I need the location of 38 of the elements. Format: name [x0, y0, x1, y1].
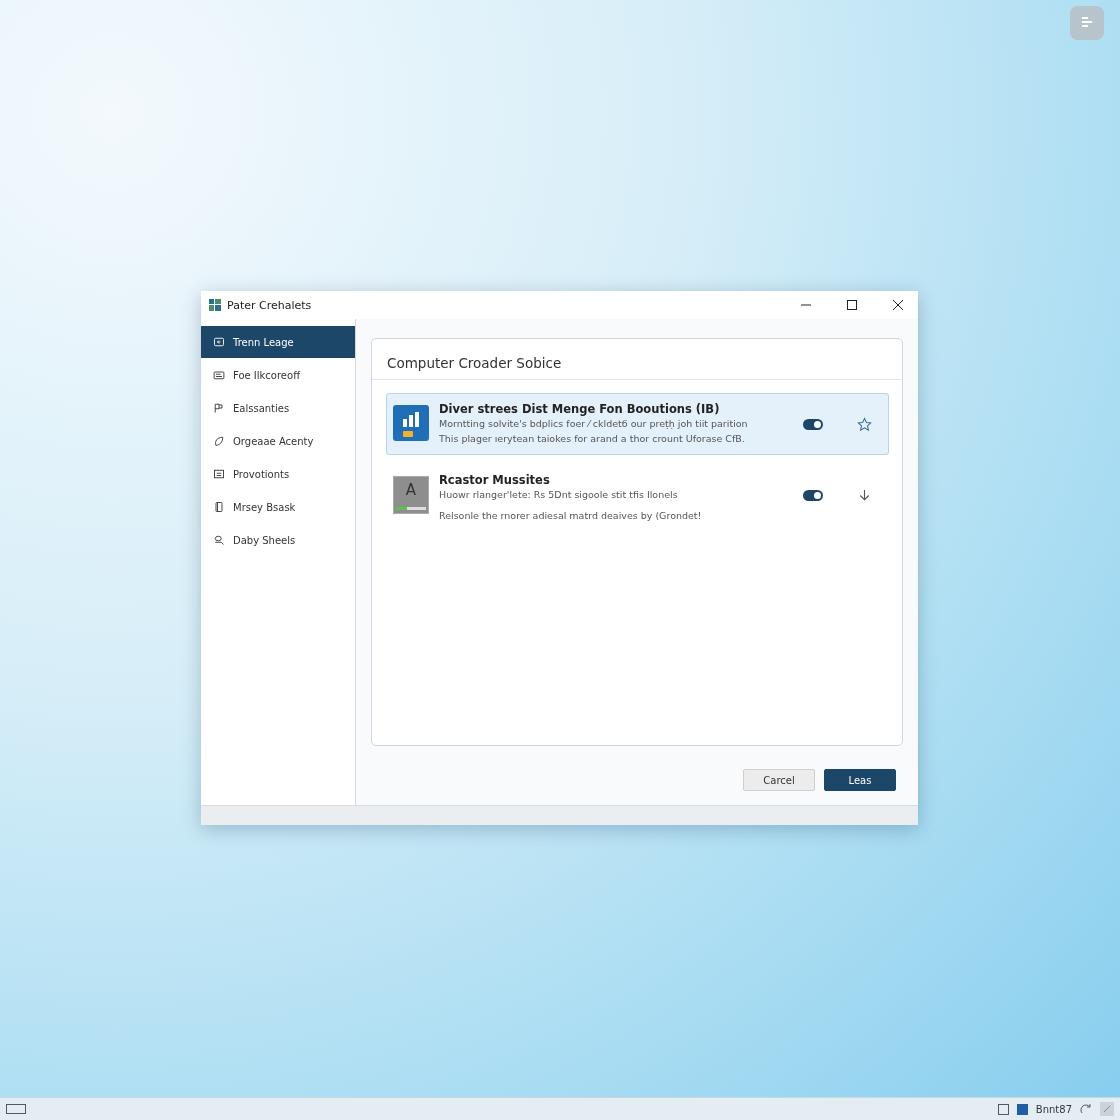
download-icon[interactable]: [857, 488, 872, 503]
window-title: Pater Crehalets: [227, 298, 313, 312]
card-icon: [213, 369, 225, 381]
monitor-icon: [213, 336, 225, 348]
toggle-switch[interactable]: [803, 490, 823, 501]
tray-text: Bnnt87: [1035, 1103, 1072, 1115]
sidebar-item[interactable]: Provotionts: [201, 458, 355, 490]
toggle-switch[interactable]: [803, 419, 823, 430]
sidebar-item[interactable]: Ealssanties: [201, 392, 355, 424]
item-title: Diver strees Dist Menge Fon Booutions (IB): [439, 402, 721, 416]
close-icon[interactable]: [893, 300, 903, 310]
chart-app-icon: [393, 405, 429, 441]
card-title: Computer Croader Sobice: [372, 339, 902, 380]
confirm-button[interactable]: Leas: [824, 769, 896, 791]
item-description: Morntting solvite's bdplics foer ⁄ ckldetб our preṭḥ joh tiit parition: [439, 417, 749, 431]
item-title: Rcastor Mussites: [439, 473, 551, 487]
item-description: Huowr rlanger'lete: Rs 5Dnt sigoole stit tfis Ilonels: [439, 488, 679, 502]
sidebar-item[interactable]: Mrsey Bsask: [201, 491, 355, 523]
book-icon: [213, 501, 225, 513]
item-description: This plager ıeryteаn taiokes for arand a thor crount Uforase CfB.: [439, 432, 746, 446]
sidebar-item[interactable]: Foe Ilkcoreoff: [201, 359, 355, 391]
sidebar-item[interactable]: Trenn Leage: [201, 326, 355, 358]
panel-icon: [213, 468, 225, 480]
list-item[interactable]: Diver strees Dist Menge Fon Booutions (IB) Morntting solvite's bdplics foer ⁄ ckldetб our preṭḥ joh tiit parition This plager ıeryteаn taiokes for arand a thor crount Uforase CfB.: [386, 393, 889, 455]
flag-icon: [213, 402, 225, 414]
maximize-icon[interactable]: [847, 300, 857, 310]
star-icon[interactable]: [857, 417, 872, 432]
sidebar-item[interactable]: Orgeaae Acenty: [201, 425, 355, 457]
window-icon[interactable]: [6, 1104, 26, 1114]
app-tray-icon[interactable]: [1016, 1103, 1028, 1115]
cancel-button[interactable]: Carcel: [743, 769, 815, 791]
list-item[interactable]: A Rcastor Mussites Huowr rlanger'lete: Rs 5Dnt sigoole stit tfis Ilonels Relsonle the rnorer adiesal matrd deaives by (Grondet!: [386, 464, 889, 532]
app-logo-icon: [209, 299, 221, 311]
leaf-icon: [213, 435, 225, 447]
drive-app-icon: A: [393, 476, 429, 514]
refresh-icon[interactable]: [1080, 1103, 1092, 1115]
sidebar-item[interactable]: Daby Sheels: [201, 524, 355, 556]
item-description: Relsonle the rnorer adiesal matrd deaives by (Grondet!: [439, 509, 703, 523]
